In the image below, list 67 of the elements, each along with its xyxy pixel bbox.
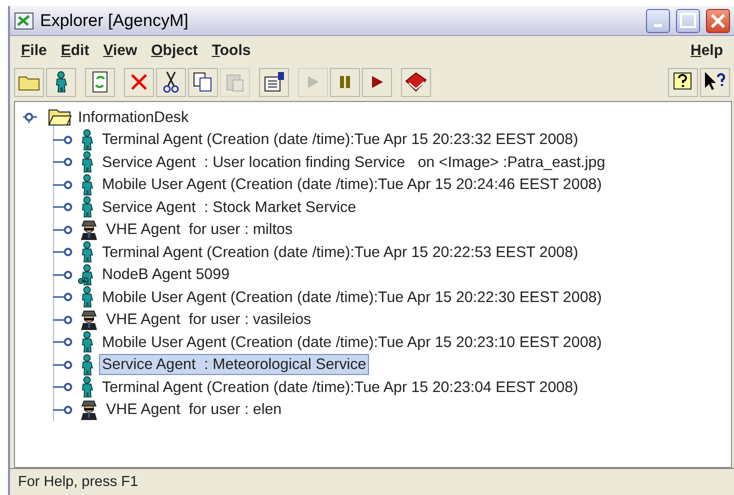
tree-item[interactable]: VHE Agent for user : miltos [103,219,296,240]
tree-item[interactable]: Terminal Agent (Creation (date /time):Tue Apr 15 20:23:04 EEST 2008) [99,376,582,398]
pointer-help-button[interactable] [700,68,730,96]
menu-item[interactable]: View [96,38,144,64]
pause-button[interactable] [330,68,360,96]
triangle-button[interactable] [362,68,392,96]
tree-item[interactable]: Mobile User Agent (Creation (date /time):Tue Apr 15 20:24:46 EEST 2008) [99,174,605,196]
tree-item[interactable]: VHE Agent for user : vasileios [103,309,314,330]
clipboard-icon [225,72,245,92]
tree-item[interactable]: Service Agent : Meteorological Service [99,354,370,376]
book-icon [404,71,428,93]
properties-icon [263,71,285,93]
book-button[interactable] [401,68,431,96]
close-button[interactable] [706,8,730,32]
copy-icon [193,72,213,92]
copy-button[interactable] [188,68,218,96]
app-icon [14,12,34,30]
scissors-button[interactable] [156,68,186,96]
open-folder-icon [48,108,72,126]
menu-item[interactable]: Help [683,38,730,64]
tree-item[interactable]: Terminal Agent (Creation (date /time):Tue Apr 15 20:23:32 EEST 2008) [99,129,582,150]
scissors-icon [163,71,179,93]
collapsed-handle-icon[interactable] [53,224,75,236]
tree-item[interactable]: Service Agent : Stock Market Service [99,196,360,218]
tree-item[interactable]: NodeB Agent 5099 [99,264,233,286]
play-icon [305,74,321,90]
refresh-icon [91,71,109,93]
tree-item[interactable]: VHE Agent for user : elen [103,399,285,420]
window-title: Explorer [AgencyM] [40,10,190,32]
pointer-help-icon [703,71,727,93]
person-button[interactable] [46,68,76,96]
collapsed-handle-icon[interactable] [53,134,75,146]
collapsed-handle-icon[interactable] [53,291,75,304]
collapsed-handle-icon[interactable] [53,178,75,191]
collapsed-handle-icon[interactable] [53,404,75,416]
properties-button[interactable] [259,68,289,96]
tree-item[interactable]: Service Agent : User location finding Service on <Image> :Patra_east.jpg [99,152,608,173]
collapsed-handle-icon[interactable] [53,201,75,214]
hat-figure-icon [78,218,100,241]
tree-item[interactable]: Mobile User Agent (Creation (date /time):Tue Apr 15 20:23:10 EEST 2008) [99,332,605,353]
pause-icon [337,74,353,90]
menu-item[interactable]: Object [144,38,205,64]
close-button[interactable] [124,68,154,96]
network-figure-icon [78,264,96,286]
minimize-button[interactable] [646,8,670,32]
collapsed-handle-icon[interactable] [53,156,75,168]
collapsed-handle-icon[interactable] [53,336,75,348]
menu-item[interactable]: Edit [54,38,96,64]
help-button[interactable] [668,68,698,96]
collapsed-handle-icon[interactable] [53,268,75,281]
tree-item[interactable]: Mobile User Agent (Creation (date /time):Tue Apr 15 20:22:30 EEST 2008) [99,286,605,308]
tree-item[interactable]: Terminal Agent (Creation (date /time):Tue Apr 15 20:22:53 EEST 2008) [99,242,582,263]
menu-item[interactable]: Tools [204,38,258,64]
minimize-icon [654,24,662,27]
folder-button[interactable] [14,68,44,96]
collapsed-handle-icon[interactable] [53,314,75,326]
menu-item[interactable]: File [14,38,54,64]
tree-item[interactable]: InformationDesk [75,106,192,128]
collapsed-handle-icon[interactable] [53,246,75,258]
hat-figure-icon [78,308,100,331]
refresh-button[interactable] [85,68,115,96]
collapsed-handle-icon[interactable] [53,381,75,394]
hat-figure-icon [78,398,100,421]
collapsed-handle-icon[interactable] [53,358,75,371]
triangle-icon [369,74,385,90]
maximize-button[interactable] [676,8,700,32]
close-icon [130,73,148,91]
